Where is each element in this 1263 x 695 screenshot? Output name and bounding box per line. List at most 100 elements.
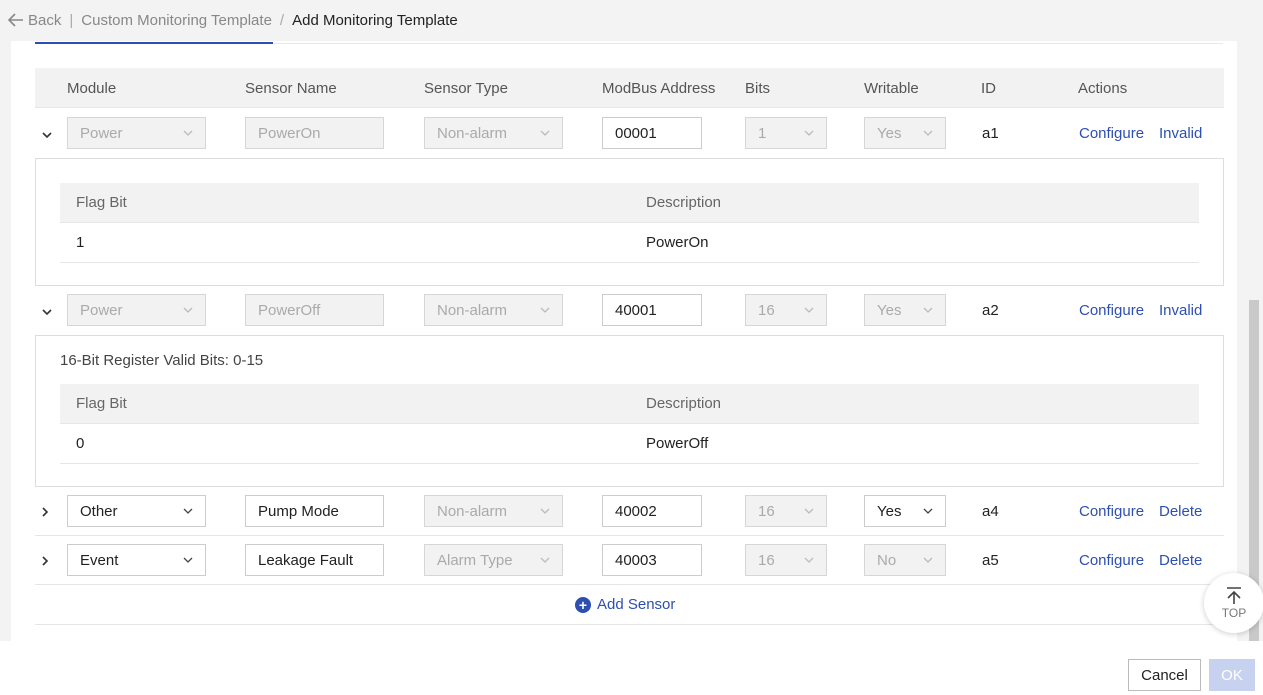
breadcrumb-separator: / [279,11,285,29]
delete-link[interactable]: Delete [1159,552,1202,569]
flag-bit-table-header: Flag Bit Description [60,384,1199,424]
module-value: Power [80,301,123,319]
sensor-type-select[interactable]: Non-alarm [424,117,563,149]
sensor-type-value: Non-alarm [437,502,508,520]
bits-select[interactable]: 16 [745,544,827,576]
modbus-address-input[interactable]: 40002 [602,495,702,527]
plus-circle-icon: + [575,596,591,613]
flag-description: PowerOff [646,435,709,452]
bits-value: 16 [758,502,775,520]
chevron-down-icon [183,307,193,313]
writable-select[interactable]: Yes [864,495,946,527]
flag-bit-table-header: Flag Bit Description [60,183,1199,223]
configure-link[interactable]: Configure [1079,125,1144,142]
chevron-down-icon [540,130,550,136]
chevron-down-icon [923,130,933,136]
configure-link[interactable]: Configure [1079,552,1144,569]
flag-bit-value: 1 [76,234,85,251]
sensor-id: a5 [982,552,999,569]
back-to-top-button[interactable]: TOP [1204,573,1263,633]
writable-value: Yes [877,301,902,319]
chevron-down-icon [540,557,550,563]
column-header-writable: Writable [864,80,919,97]
sensor-id: a1 [982,125,999,142]
breadcrumb: Back | Custom Monitoring Template / Add … [0,0,1263,40]
arrow-up-icon [1227,587,1241,604]
valid-bits-note: 16-Bit Register Valid Bits: 0-15 [60,352,264,369]
modbus-address-input[interactable]: 00001 [602,117,702,149]
bits-value: 16 [758,551,775,569]
chevron-down-icon[interactable] [41,129,53,141]
table-row: Power PowerOn Non-alarm 00001 1 Yes a1 C… [35,109,1224,158]
sensor-type-select[interactable]: Alarm Type [424,544,563,576]
chevron-right-icon[interactable] [39,555,51,567]
configure-link[interactable]: Configure [1079,302,1144,319]
table-header: Module Sensor Name Sensor Type ModBus Ad… [35,68,1224,108]
add-sensor-label: Add Sensor [597,596,676,613]
flag-bit-detail: Flag Bit Description 1 PowerOn [35,158,1224,286]
sensor-type-value: Non-alarm [437,301,508,319]
cancel-button[interactable]: Cancel [1128,659,1201,691]
sensor-name-input[interactable]: PowerOn [245,117,384,149]
chevron-down-icon [540,508,550,514]
invalid-link[interactable]: Invalid [1159,125,1202,142]
writable-select[interactable]: No [864,544,946,576]
flag-description: PowerOn [646,234,709,251]
sensor-name-input[interactable]: Leakage Fault [245,544,384,576]
column-header-id: ID [981,80,996,97]
chevron-right-icon[interactable] [39,506,51,518]
breadcrumb-divider: | [69,11,74,29]
sensor-id: a4 [982,503,999,520]
modbus-address-input[interactable]: 40001 [602,294,702,326]
chevron-down-icon [540,307,550,313]
flag-bit-row: 0 PowerOff [60,424,1199,464]
divider [35,624,1224,625]
bits-select[interactable]: 16 [745,495,827,527]
module-select[interactable]: Power [67,117,206,149]
bits-select[interactable]: 1 [745,117,827,149]
flag-bit-row: 1 PowerOn [60,223,1199,263]
flag-bit-header: Flag Bit [76,194,127,211]
sensor-type-select[interactable]: Non-alarm [424,294,563,326]
column-header-bits: Bits [745,80,771,97]
add-sensor-button[interactable]: + Add Sensor [575,596,675,613]
table-row: Other Pump Mode Non-alarm 40002 16 Yes a… [35,487,1224,536]
table-row: Power PowerOff Non-alarm 40001 16 Yes a2… [35,286,1224,335]
module-select[interactable]: Other [67,495,206,527]
bits-select[interactable]: 16 [745,294,827,326]
top-label: TOP [1221,606,1247,620]
module-select[interactable]: Event [67,544,206,576]
sensor-type-value: Non-alarm [437,124,508,142]
chevron-down-icon [804,508,814,514]
breadcrumb-current: Add Monitoring Template [292,11,458,29]
sensor-name-input[interactable]: Pump Mode [245,495,384,527]
content-panel: Module Sensor Name Sensor Type ModBus Ad… [11,41,1248,641]
writable-select[interactable]: Yes [864,117,946,149]
arrow-left-icon [8,13,23,27]
back-button[interactable]: Back [8,12,61,29]
writable-value: Yes [877,502,902,520]
modbus-address-input[interactable]: 40003 [602,544,702,576]
chevron-down-icon [923,557,933,563]
chevron-down-icon[interactable] [41,306,53,318]
sensor-type-select[interactable]: Non-alarm [424,495,563,527]
delete-link[interactable]: Delete [1159,503,1202,520]
chevron-down-icon [923,508,933,514]
writable-select[interactable]: Yes [864,294,946,326]
configure-link[interactable]: Configure [1079,503,1144,520]
sensor-name-input[interactable]: PowerOff [245,294,384,326]
ok-button[interactable]: OK [1209,659,1255,691]
module-value: Power [80,124,123,142]
module-select[interactable]: Power [67,294,206,326]
column-header-actions: Actions [1078,80,1128,97]
sensor-id: a2 [982,302,999,319]
writable-value: Yes [877,124,902,142]
chevron-down-icon [183,130,193,136]
breadcrumb-parent[interactable]: Custom Monitoring Template [81,12,272,29]
column-header-module: Module [67,80,117,97]
back-label: Back [28,11,62,29]
active-tab-indicator [35,42,273,44]
invalid-link[interactable]: Invalid [1159,302,1202,319]
bits-value: 1 [758,124,767,142]
bits-value: 16 [758,301,775,319]
